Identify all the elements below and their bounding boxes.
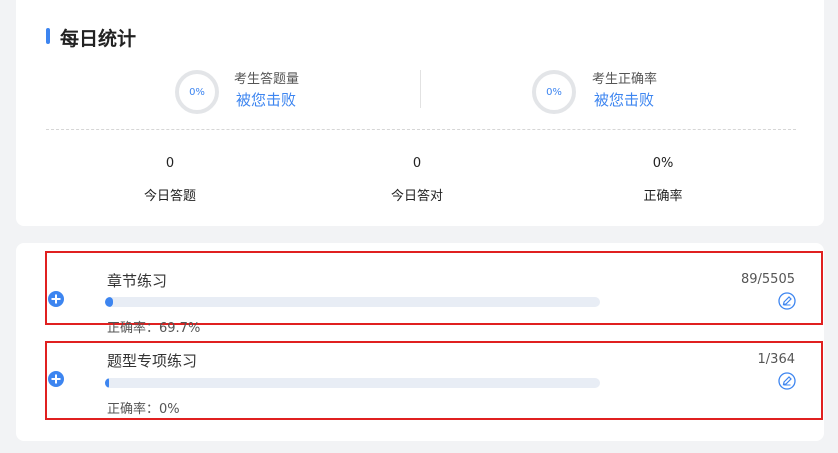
today-answered-label: 今日答题: [143, 189, 196, 204]
chapter-practice-count: 89/5505: [740, 272, 795, 287]
accuracy-label: 考生正确率: [592, 72, 658, 87]
chapter-practice-title[interactable]: 章节练习: [107, 270, 167, 291]
edit-circle-icon[interactable]: [778, 372, 796, 390]
plus-circle-icon[interactable]: [48, 291, 64, 307]
today-correct-value: 0: [412, 156, 422, 171]
answer-volume-ring: 0%: [175, 70, 219, 114]
type-practice-rate: 正确率：0%: [107, 402, 180, 417]
edit-circle-icon[interactable]: [778, 292, 796, 310]
answer-volume-beaten: 被您击败: [236, 91, 297, 109]
answer-volume-percent: 0%: [189, 86, 205, 98]
type-practice-count: 1/364: [757, 352, 795, 367]
chapter-practice-rate: 正确率：69.7%: [107, 321, 201, 336]
plus-circle-icon[interactable]: [48, 371, 64, 387]
accuracy-beaten: 被您击败: [594, 91, 655, 109]
accuracy-percent: 0%: [546, 86, 562, 98]
answer-volume-label: 考生答题量: [234, 72, 300, 87]
today-correct-label: 今日答对: [390, 189, 443, 204]
type-practice-progress-fill: [105, 378, 109, 388]
dashed-divider: [46, 129, 796, 130]
type-practice-title[interactable]: 题型专项练习: [107, 350, 197, 371]
accuracy-ring: 0%: [532, 70, 576, 114]
chapter-practice-progress: [105, 297, 600, 307]
chapter-practice-progress-fill: [105, 297, 114, 307]
today-answered-value: 0: [165, 156, 175, 171]
daily-stats-title: 每日统计: [60, 28, 137, 50]
ring-divider: [420, 70, 421, 108]
accuracy-stat-label: 正确率: [643, 189, 683, 204]
title-accent-bar: [46, 28, 50, 44]
accuracy-value: 0%: [652, 156, 674, 171]
type-practice-progress: [105, 378, 600, 388]
